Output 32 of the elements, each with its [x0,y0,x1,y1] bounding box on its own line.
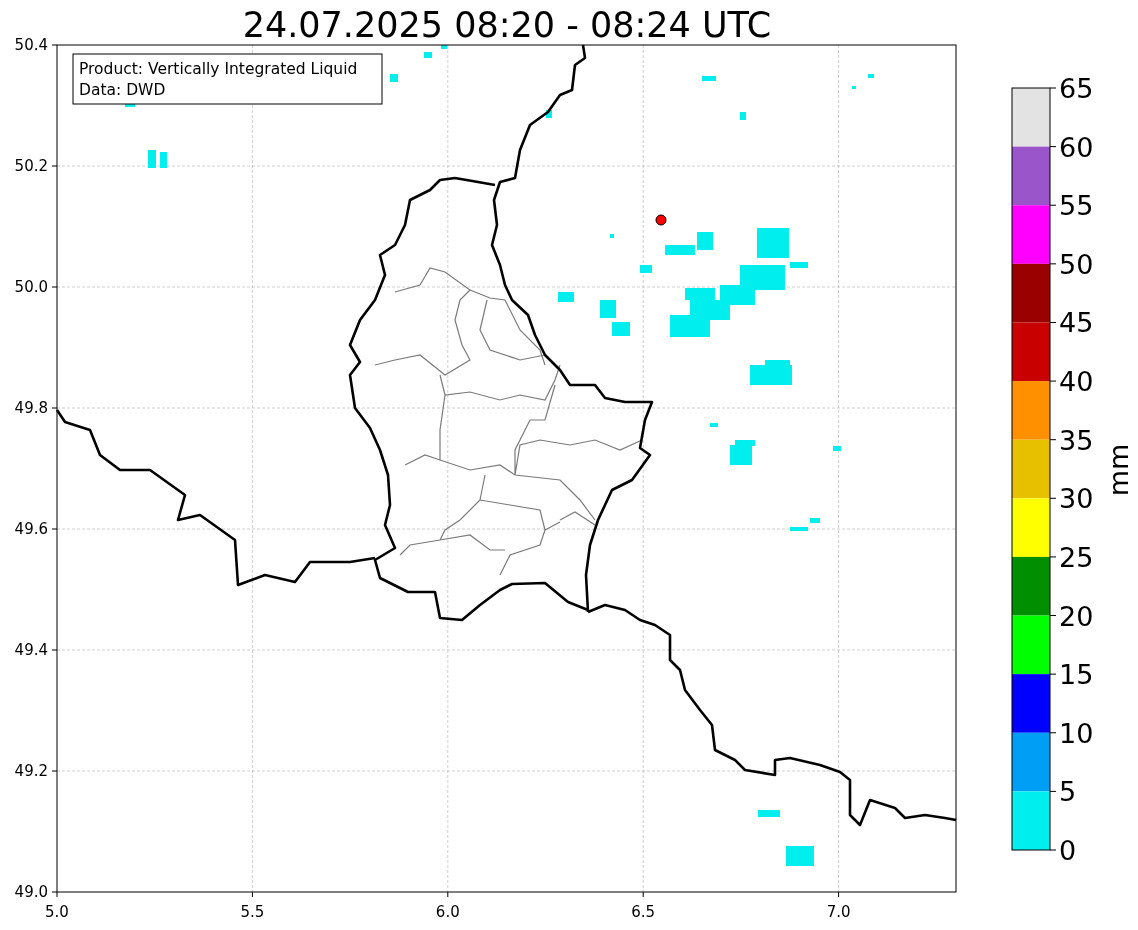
info-text: Data: DWD [79,81,166,99]
colorbar-tick-label: 30 [1059,483,1094,515]
colorbar-tick-label: 45 [1059,307,1094,339]
y-tick-label: 49.4 [14,641,48,659]
x-tick-label: 5.5 [240,903,265,921]
y-tick-label: 50.2 [14,157,48,175]
colorbar-tick-label: 35 [1059,424,1094,456]
info-text: Product: Vertically Integrated Liquid [79,60,358,78]
colorbar-tick-label: 0 [1059,835,1077,866]
x-tick-label: 6.5 [631,903,656,921]
colorbar-tick-label: 10 [1059,717,1094,749]
y-tick-label: 49.6 [14,520,48,538]
colorbar-tick-label: 50 [1059,248,1094,280]
x-tick-label: 6.0 [435,903,460,921]
colorbar-tick-label: 15 [1059,659,1094,691]
colorbar-tick-label: 25 [1059,541,1094,573]
colorbar-tick-label: 65 [1059,73,1094,104]
x-tick-label: 7.0 [826,903,851,921]
y-tick-label: 50.4 [14,36,48,54]
colorbar-tick-label: 5 [1059,776,1077,808]
colorbar-tick-label: 40 [1059,366,1094,398]
colorbar-tick-label: 20 [1059,600,1094,632]
y-tick-label: 49.8 [14,399,48,417]
y-tick-label: 50.0 [14,278,48,296]
colorbar-tick-label: 60 [1059,131,1094,163]
location-marker [655,214,667,226]
chart-title: 24.07.2025 08:20 - 08:24 UTC [242,5,772,45]
colorbar-tick-label: 55 [1059,190,1094,222]
colorbar-label: mm [1103,443,1134,497]
y-tick-label: 49.2 [14,762,48,780]
x-tick-label: 5.0 [45,903,69,921]
y-tick-label: 49.0 [14,883,48,901]
